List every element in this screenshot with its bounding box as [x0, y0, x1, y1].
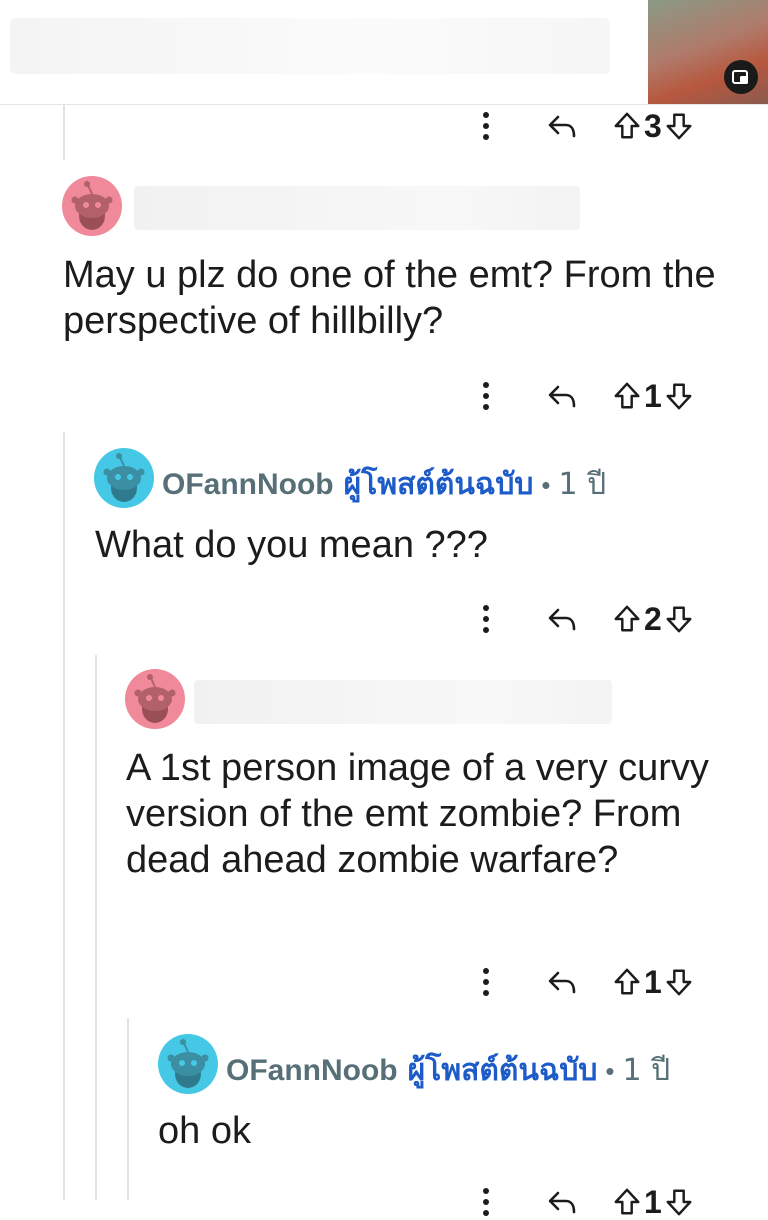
more-options-icon[interactable] — [472, 381, 500, 411]
thread-line[interactable] — [63, 432, 65, 1200]
avatar[interactable] — [158, 1034, 218, 1094]
comment-body: A 1st person image of a very curvy versi… — [126, 747, 709, 881]
upvote-arrow-icon[interactable] — [612, 1187, 642, 1217]
more-options-icon[interactable] — [472, 967, 500, 997]
thread-line[interactable] — [63, 104, 65, 160]
downvote-arrow-icon[interactable] — [664, 604, 694, 634]
reddit-snoo-avatar — [62, 176, 122, 236]
avatar[interactable] — [94, 448, 154, 508]
downvote-arrow-icon[interactable] — [664, 381, 694, 411]
username[interactable]: OFannNoob — [162, 468, 334, 502]
comment-actions: 1 — [472, 1184, 694, 1220]
upvote-arrow-icon[interactable] — [612, 381, 642, 411]
comment-meta: OFannNoob ผู้โพสต์ต้นฉบับ • 1 ปี — [162, 461, 606, 508]
downvote-arrow-icon[interactable] — [664, 967, 694, 997]
vote-count: 3 — [644, 108, 662, 144]
thread-line[interactable] — [127, 1018, 129, 1200]
comment-actions: 1 — [472, 378, 694, 414]
top-bar — [0, 0, 768, 105]
avatar[interactable] — [125, 669, 185, 729]
downvote-arrow-icon[interactable] — [664, 1187, 694, 1217]
comment-body: oh ok — [158, 1110, 251, 1152]
comment-actions: 2 — [472, 601, 694, 637]
more-options-icon[interactable] — [472, 111, 500, 141]
op-badge: ผู้โพสต์ต้นฉบับ — [407, 1053, 598, 1088]
reply-button[interactable] — [540, 1186, 584, 1218]
comment-actions: 1 — [472, 964, 694, 1000]
vote-count: 1 — [644, 378, 662, 414]
picture-in-picture-icon[interactable] — [724, 60, 758, 94]
op-badge: ผู้โพสต์ต้นฉบับ — [343, 467, 534, 502]
more-options-icon[interactable] — [472, 604, 500, 634]
username-blurred — [134, 186, 580, 230]
reddit-snoo-avatar — [158, 1034, 218, 1094]
thread-line[interactable] — [95, 655, 97, 1200]
more-options-icon[interactable] — [472, 1187, 500, 1217]
comment-body: May u plz do one of the emt? From the pe… — [63, 254, 716, 342]
downvote-arrow-icon[interactable] — [664, 111, 694, 141]
upvote-arrow-icon[interactable] — [612, 967, 642, 997]
reply-button[interactable] — [540, 380, 584, 412]
vote-count: 1 — [644, 1184, 662, 1220]
comment-meta: OFannNoob ผู้โพสต์ต้นฉบับ • 1 ปี — [226, 1047, 670, 1094]
upvote-arrow-icon[interactable] — [612, 111, 642, 141]
vote-count: 1 — [644, 964, 662, 1000]
reddit-snoo-avatar — [125, 669, 185, 729]
timestamp: 1 ปี — [558, 467, 607, 502]
username[interactable]: OFannNoob — [226, 1054, 398, 1088]
separator: • — [605, 1056, 615, 1086]
username-blurred — [194, 680, 612, 724]
reply-button[interactable] — [540, 966, 584, 998]
vote-count: 2 — [644, 601, 662, 637]
timestamp: 1 ปี — [622, 1053, 671, 1088]
separator: • — [541, 470, 551, 500]
reddit-snoo-avatar — [94, 448, 154, 508]
reply-button[interactable] — [540, 603, 584, 635]
comment-body: What do you mean ??? — [95, 524, 488, 566]
upvote-arrow-icon[interactable] — [612, 604, 642, 634]
avatar[interactable] — [62, 176, 122, 236]
post-header-blurred — [10, 18, 610, 74]
video-thumbnail[interactable] — [648, 0, 768, 104]
reply-button[interactable] — [540, 110, 584, 142]
comment-actions: 3 — [472, 108, 694, 144]
